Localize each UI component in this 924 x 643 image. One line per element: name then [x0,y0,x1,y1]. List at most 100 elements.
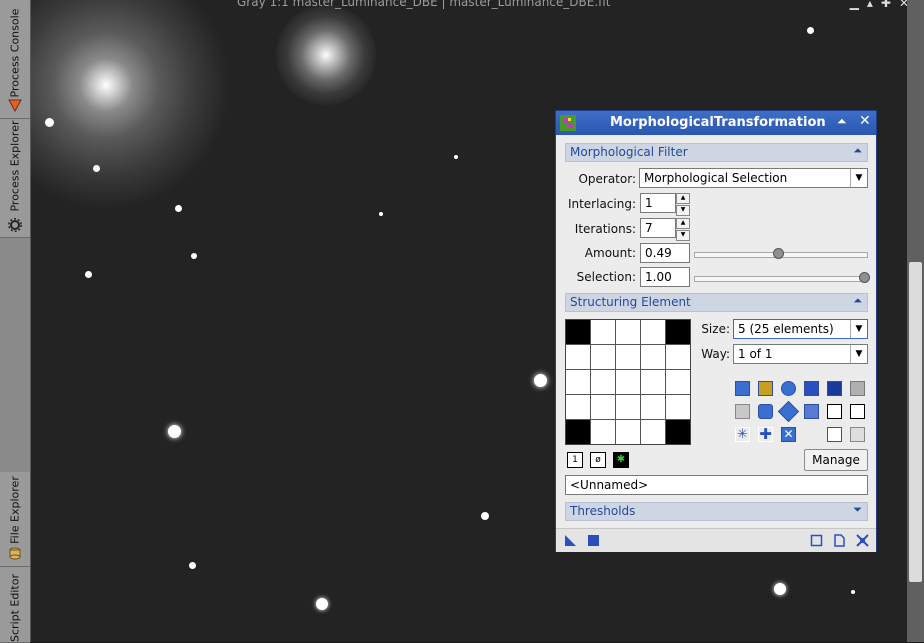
dialog-titlebar[interactable]: MorphologicalTransformation ⏶ ✕ [556,111,876,135]
galaxy-2 [276,5,376,105]
diamond-icon[interactable] [777,400,800,423]
selection-slider-handle[interactable] [859,272,870,283]
chevron-down-icon[interactable]: ▼ [850,169,867,187]
amount-input[interactable]: 0.49 [640,243,690,263]
element-cell[interactable] [641,420,665,444]
shift-icon[interactable] [827,381,842,396]
interlacing-spinner[interactable]: ▲ ▼ [676,193,690,216]
documentation-icon[interactable] [833,534,846,547]
plus-icon[interactable]: ✚ [758,427,773,442]
preview-icon[interactable] [810,534,823,547]
close-icon[interactable]: ✕ [859,113,871,129]
operator-select[interactable]: Morphological Selection ▼ [639,168,868,188]
collapse-icon[interactable]: ⏶ [837,114,847,129]
element-cell[interactable] [566,370,590,394]
way-label: Way: [701,347,730,361]
circle-icon[interactable] [758,404,773,419]
scrollbar-thumb[interactable] [909,262,922,582]
set-zero-icon[interactable] [850,404,865,419]
element-cell[interactable] [591,320,615,344]
tab-script-editor[interactable]: Script Editor [0,567,30,643]
cross-icon[interactable]: ✕ [781,427,796,442]
element-cell[interactable] [641,370,665,394]
element-cell[interactable] [566,345,590,369]
element-cell[interactable] [616,320,640,344]
section-thresholds[interactable]: Thresholds ⏷ [565,502,868,521]
manage-button[interactable]: Manage [804,449,868,471]
flip-icon[interactable] [804,381,819,396]
element-cell[interactable] [666,345,690,369]
element-cell[interactable] [641,395,665,419]
selection-slider[interactable] [694,276,868,282]
element-cell[interactable] [641,345,665,369]
star [534,374,547,387]
element-cell[interactable] [591,395,615,419]
rotate-icon[interactable] [781,381,796,396]
section-title: Structuring Element [570,295,691,309]
star [175,205,182,212]
element-cell[interactable] [616,420,640,444]
element-cell[interactable] [666,370,690,394]
tab-process-explorer[interactable]: Process Explorer [0,119,30,238]
element-cell[interactable] [591,420,615,444]
element-cell[interactable] [666,395,690,419]
way-select[interactable]: 1 of 1 ▼ [733,344,868,364]
iterations-input[interactable]: 7 [640,218,676,238]
element-cell[interactable] [591,370,615,394]
spin-down-icon[interactable]: ▼ [676,205,690,216]
collapse-section-icon[interactable]: ⏶ [853,294,862,308]
set-all-one-icon[interactable]: 1 [567,452,583,468]
element-cell[interactable] [566,395,590,419]
section-structuring-element[interactable]: Structuring Element ⏶ [565,293,868,312]
element-cell[interactable] [666,420,690,444]
element-cell[interactable] [616,395,640,419]
vertical-scrollbar[interactable] [907,0,924,642]
tab-file-explorer[interactable]: File Explorer [0,472,30,567]
element-cell[interactable] [666,320,690,344]
set-one-icon[interactable] [827,404,842,419]
stack-icon[interactable] [850,381,865,396]
invert-icon[interactable]: ✱ [613,452,629,468]
size-select[interactable]: 5 (25 elements) ▼ [733,319,868,339]
apply-icon[interactable] [587,534,600,547]
fill-icon[interactable] [804,404,819,419]
maximize-icon[interactable]: ✚ [881,0,891,10]
star [316,598,328,610]
process-icon [560,115,576,131]
tab-file-explorer-label: File Explorer [8,475,22,544]
section-morphological-filter[interactable]: Morphological Filter ⏶ [565,143,868,162]
star [379,212,383,216]
expand-section-icon[interactable]: ⏷ [853,503,862,517]
set-all-zero-icon[interactable]: ø [590,452,606,468]
element-cell[interactable] [616,345,640,369]
tab-process-console[interactable]: Process Console [0,0,30,119]
collapse-section-icon[interactable]: ⏶ [853,144,862,158]
import-icon[interactable] [827,427,842,442]
element-cell[interactable] [641,320,665,344]
redo-icon[interactable] [735,404,750,419]
new-instance-icon[interactable] [564,534,577,547]
element-name-field[interactable]: <Unnamed> [565,475,868,495]
close-icon[interactable]: ✕ [899,0,907,10]
selection-input[interactable]: 1.00 [640,267,690,287]
spin-up-icon[interactable]: ▲ [676,193,690,204]
export-icon[interactable] [850,427,865,442]
structuring-element-grid[interactable] [565,319,691,445]
undo-icon[interactable] [735,381,750,396]
element-cell[interactable] [591,345,615,369]
iterations-spinner[interactable]: ▲ ▼ [676,218,690,241]
spin-down-icon[interactable]: ▼ [676,230,690,241]
compress-icon[interactable]: ✳ [735,427,750,442]
chevron-down-icon[interactable]: ▼ [850,320,867,338]
random-icon[interactable] [758,381,773,396]
shade-icon[interactable]: ▴ [867,0,873,10]
element-cell[interactable] [616,370,640,394]
reset-icon[interactable] [856,534,869,547]
spin-up-icon[interactable]: ▲ [676,218,690,229]
chevron-down-icon[interactable]: ▼ [850,345,867,363]
element-cell[interactable] [566,420,590,444]
interlacing-input[interactable]: 1 [640,193,676,213]
minimize-icon[interactable]: ▁ [850,0,859,10]
element-cell[interactable] [566,320,590,344]
window-title: Gray 1:1 master_Luminance_DBE | master_L… [237,0,611,9]
